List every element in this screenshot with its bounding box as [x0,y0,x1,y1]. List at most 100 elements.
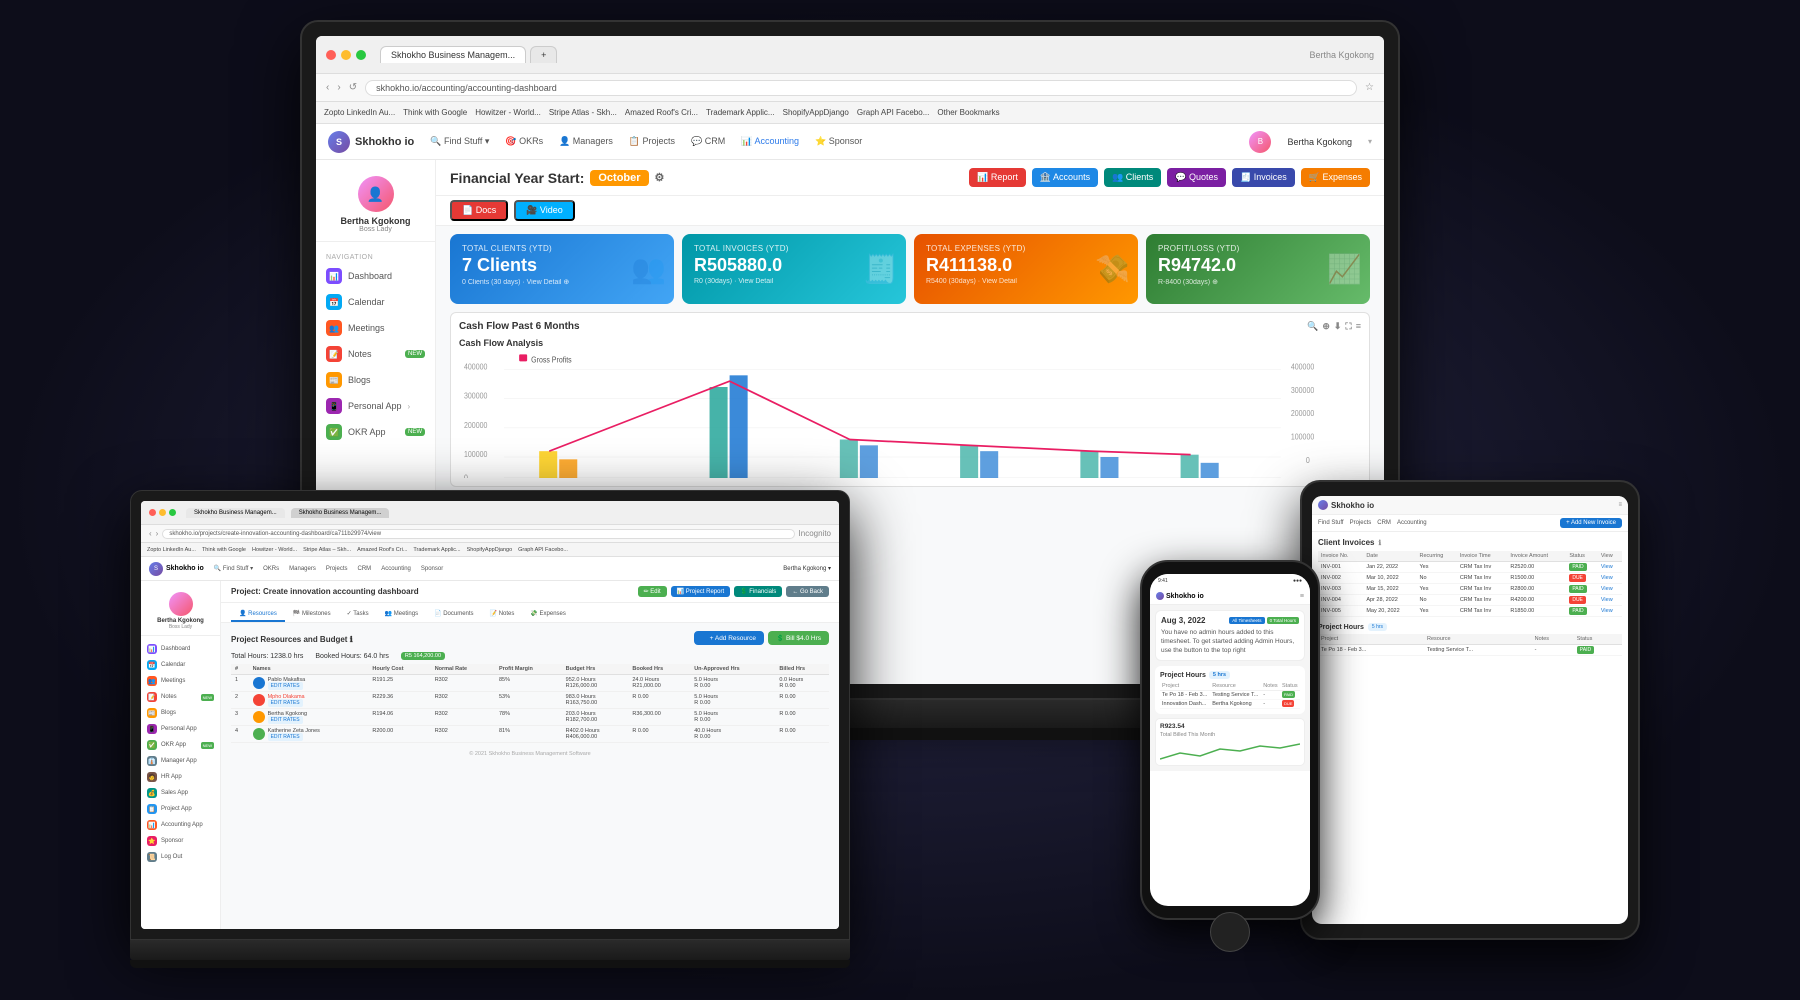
sidebar-item-personal[interactable]: 📱 Personal App › [316,393,435,419]
financials-button[interactable]: 💲 Financials [734,586,782,597]
small-maximize[interactable] [169,509,176,516]
tablet-nav-accounting[interactable]: Accounting [1397,520,1427,526]
row2-rate-badge[interactable]: EDIT RATES [268,699,303,707]
nav-sponsor[interactable]: ⭐ Sponsor [815,136,862,147]
bookmark-4[interactable]: Amazed Roof's Cri... [625,108,698,117]
project-report-button[interactable]: 📊 Project Report [671,586,731,597]
bookmark-5[interactable]: Trademark Applic... [706,108,775,117]
small-bm-0[interactable]: Zopto LinkedIn Au... [147,547,196,553]
row1-rate-badge[interactable]: EDIT RATES [268,682,303,690]
small-sidebar-manager[interactable]: 👔 Manager App [141,753,220,769]
small-forward[interactable]: › [156,529,159,538]
tablet-nav-crm[interactable]: CRM [1377,520,1391,526]
small-bm-2[interactable]: Howitzer - World... [252,547,297,553]
small-sidebar-sponsor[interactable]: ⭐ Sponsor [141,833,220,849]
sidebar-item-calendar[interactable]: 📅 Calendar [316,289,435,315]
sidebar-item-blogs[interactable]: 📰 Blogs [316,367,435,393]
chart-menu[interactable]: ≡ [1356,321,1361,332]
small-back[interactable]: ‹ [149,529,152,538]
tab-milestones[interactable]: 🏁 Milestones [285,607,339,622]
phone-home-button[interactable] [1210,912,1250,952]
small-nav-find[interactable]: 🔍 Find Stuff ▾ [214,565,253,572]
small-sidebar-sales[interactable]: 💰 Sales App [141,785,220,801]
small-bm-7[interactable]: Graph API Facebo... [518,547,568,553]
forward-button[interactable]: › [337,82,340,93]
small-nav-okrs[interactable]: OKRs [263,566,279,572]
chart-zoom-out[interactable]: 🔍 [1307,321,1318,332]
small-sidebar-accounting[interactable]: 📊 Accounting App [141,817,220,833]
inv-view-4[interactable]: View [1598,595,1622,606]
bookmark-8[interactable]: Other Bookmarks [937,108,999,117]
bookmark-1[interactable]: Think with Google [403,108,467,117]
small-nav-projects[interactable]: Projects [326,566,348,572]
bookmark-0[interactable]: Zopto LinkedIn Au... [324,108,395,117]
small-bm-6[interactable]: ShopifyAppDjango [467,547,513,553]
inv-view-5[interactable]: View [1598,606,1622,617]
reload-button[interactable]: ↺ [349,82,357,93]
docs-button[interactable]: 📄 Docs [450,200,508,221]
small-bm-4[interactable]: Amazed Roof's Cri... [357,547,407,553]
sidebar-item-meetings[interactable]: 👥 Meetings [316,315,435,341]
bookmark-icon[interactable]: ☆ [1365,82,1374,93]
small-bm-3[interactable]: Stripe Atlas – Skh... [303,547,351,553]
maximize-button[interactable] [356,50,366,60]
quotes-button[interactable]: 💬 Quotes [1167,168,1226,187]
small-nav-accounting[interactable]: Accounting [381,566,411,572]
small-nav-managers[interactable]: Managers [289,566,316,572]
user-profile[interactable]: Bertha Kgokong [1309,50,1374,60]
tab-notes[interactable]: 📝 Notes [482,607,523,622]
small-sidebar-log[interactable]: 📜 Log Out [141,849,220,865]
expenses-button[interactable]: 🛒 Expenses [1301,168,1370,187]
small-sidebar-meetings[interactable]: 👥 Meetings [141,673,220,689]
small-minimize[interactable] [159,509,166,516]
new-tab-button[interactable]: + [530,46,557,63]
tablet-nav-find[interactable]: Find Stuff [1318,520,1344,526]
tablet-menu[interactable]: ≡ [1618,502,1622,508]
nav-okrs[interactable]: 🎯 OKRs [505,136,543,147]
small-sidebar-dashboard[interactable]: 📊 Dashboard [141,641,220,657]
small-inactive-tab[interactable]: Skhokho Business Managem... [291,508,390,518]
tab-resources[interactable]: 👤 Resources [231,607,285,622]
nav-managers[interactable]: 👤 Managers [559,136,613,147]
bookmark-2[interactable]: Howitzer - World... [475,108,541,117]
settings-icon[interactable]: ⚙ [655,171,665,184]
sidebar-item-okr[interactable]: ✅ OKR App NEW [316,419,435,445]
row4-rate-badge[interactable]: EDIT RATES [268,733,303,741]
tablet-nav-projects[interactable]: Projects [1350,520,1372,526]
sidebar-item-dashboard[interactable]: 📊 Dashboard [316,263,435,289]
inv-view-3[interactable]: View [1598,584,1622,595]
active-tab[interactable]: Skhokho Business Managem... [380,46,526,63]
small-sidebar-okr[interactable]: ✅ OKR App NEW [141,737,220,753]
chart-fullscreen[interactable]: ⛶ [1345,321,1351,332]
nav-find-stuff[interactable]: 🔍 Find Stuff ▾ [430,136,489,147]
report-button[interactable]: 📊 Report [969,168,1026,187]
user-menu-arrow[interactable]: ▾ [1368,137,1372,146]
small-bm-1[interactable]: Think with Google [202,547,246,553]
add-invoice-button[interactable]: + Add New Invoice [1560,518,1622,528]
inv-view-2[interactable]: View [1598,573,1622,584]
bookmark-7[interactable]: Graph API Facebo... [857,108,929,117]
invoices-button[interactable]: 🧾 Invoices [1232,168,1295,187]
small-bm-5[interactable]: Trademark Applic... [413,547,460,553]
nav-accounting[interactable]: 📊 Accounting [741,136,799,147]
chart-download[interactable]: ⬇ [1334,321,1342,332]
tab-expenses[interactable]: 💸 Expenses [522,607,574,622]
sidebar-item-notes[interactable]: 📝 Notes NEW [316,341,435,367]
chart-zoom-in[interactable]: ⊕ [1322,321,1330,332]
small-sidebar-personal[interactable]: 📱 Personal App [141,721,220,737]
row3-rate-badge[interactable]: EDIT RATES [268,716,303,724]
close-button[interactable] [326,50,336,60]
small-nav-sponsor[interactable]: Sponsor [421,566,443,572]
bookmark-6[interactable]: ShopifyAppDjango [783,108,849,117]
small-address-text[interactable]: skhokho.io/projects/create-innovation-ac… [162,529,794,539]
add-resource-button[interactable]: 👤+ Add Resource [694,631,765,645]
minimize-button[interactable] [341,50,351,60]
back-button[interactable]: ‹ [326,82,329,93]
nav-crm[interactable]: 💬 CRM [691,136,725,147]
small-sidebar-project[interactable]: 📋 Project App [141,801,220,817]
bill-button[interactable]: 💲 Bill $4.0 Hrs [768,631,829,645]
tab-documents[interactable]: 📄 Documents [426,607,481,622]
small-sidebar-hr[interactable]: 🧑 HR App [141,769,220,785]
small-sidebar-notes[interactable]: 📝 Notes NEW [141,689,220,705]
user-avatar[interactable]: B [1249,131,1271,153]
